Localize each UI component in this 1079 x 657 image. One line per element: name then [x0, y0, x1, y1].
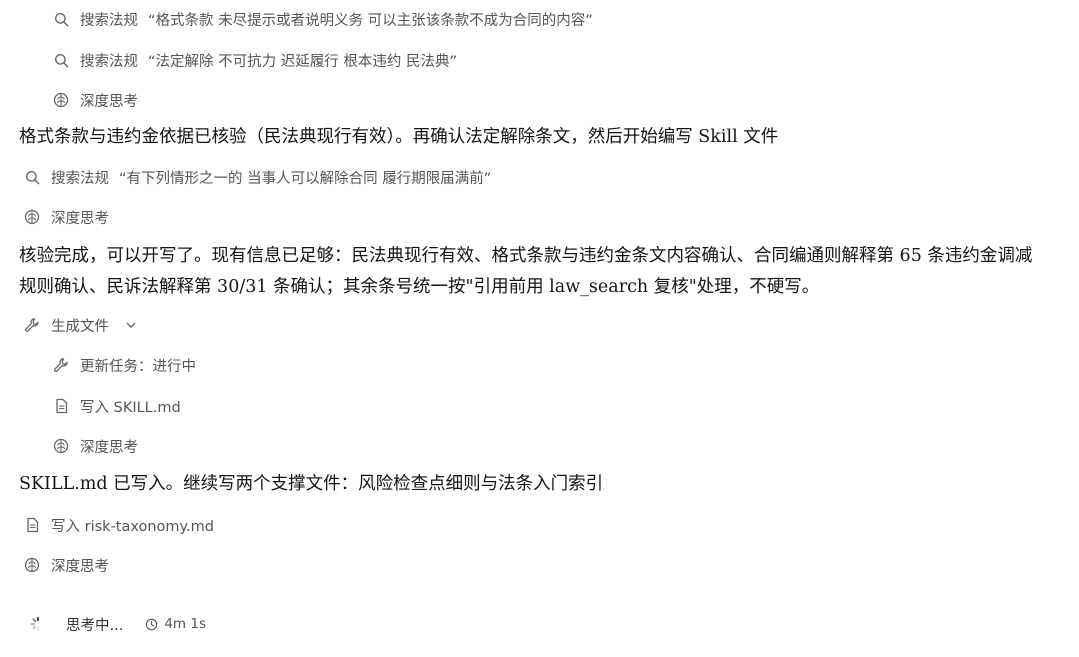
think-step-4[interactable]: 深度思考 — [23, 553, 119, 577]
search-icon — [52, 10, 70, 28]
search-icon — [23, 168, 41, 186]
step-query: “格式条款 未尽提示或者说明义务 可以主张该条款不成为合同的内容” — [148, 12, 593, 29]
search-step-1[interactable]: 搜索法规 “格式条款 未尽提示或者说明义务 可以主张该条款不成为合同的内容” — [52, 7, 593, 31]
step-label: 搜索法规 — [80, 12, 138, 29]
step-label: 深度思考 — [80, 439, 138, 456]
step-label: 生成文件 — [51, 318, 109, 335]
document-icon — [23, 516, 41, 534]
wrench-icon — [52, 356, 70, 374]
think-step-2[interactable]: 深度思考 — [23, 205, 119, 229]
document-icon — [52, 397, 70, 415]
step-label: 深度思考 — [80, 93, 138, 110]
step-label: 更新任务：进行中 — [80, 358, 196, 375]
update-task-step[interactable]: 更新任务：进行中 — [52, 353, 206, 377]
step-label: 搜索法规 — [51, 170, 109, 187]
brain-icon — [52, 437, 70, 455]
assistant-message-1: 格式条款与违约金依据已核验（民法典现行有效）。再确认法定解除条文，然后开始编写 … — [19, 127, 779, 147]
search-step-3[interactable]: 搜索法规 “有下列情形之一的 当事人可以解除合同 履行期限届满前” — [23, 165, 491, 189]
spinner-icon — [30, 616, 46, 632]
step-query: “法定解除 不可抗力 迟延履行 根本违约 民法典” — [148, 53, 457, 70]
wrench-icon — [23, 316, 41, 334]
write-risk-step[interactable]: 写入 risk-taxonomy.md — [23, 513, 224, 537]
step-query: “有下列情形之一的 当事人可以解除合同 履行期限届满前” — [119, 170, 492, 187]
assistant-message-3: SKILL.md 已写入。继续写两个支撑文件：风险检查点细则与法条入门索引 — [19, 474, 604, 494]
elapsed-time-value: 4m 1s — [164, 616, 206, 632]
step-label: 写入 SKILL.md — [80, 399, 181, 416]
step-label: 写入 risk-taxonomy.md — [51, 518, 214, 535]
chevron-down-icon — [125, 319, 137, 331]
step-label: 搜索法规 — [80, 53, 138, 70]
brain-icon — [52, 91, 70, 109]
assistant-message-2: 核验完成，可以开写了。现有信息已足够：民法典现行有效、格式条款与违约金条文内容确… — [19, 246, 1033, 297]
search-icon — [52, 51, 70, 69]
step-label: 深度思考 — [51, 210, 109, 227]
write-skill-step[interactable]: 写入 SKILL.md — [52, 394, 191, 418]
brain-icon — [23, 208, 41, 226]
search-step-2[interactable]: 搜索法规 “法定解除 不可抗力 迟延履行 根本违约 民法典” — [52, 48, 457, 72]
elapsed-time: 4m 1s — [145, 616, 206, 632]
generate-files-toggle[interactable]: 生成文件 — [23, 313, 137, 337]
think-step-1[interactable]: 深度思考 — [52, 88, 148, 112]
brain-icon — [23, 556, 41, 574]
step-label: 深度思考 — [51, 558, 109, 575]
clock-icon — [146, 618, 158, 630]
thinking-status: 思考中... 4m 1s — [30, 612, 206, 636]
status-label: 思考中... — [66, 617, 124, 634]
think-step-3[interactable]: 深度思考 — [52, 434, 148, 458]
